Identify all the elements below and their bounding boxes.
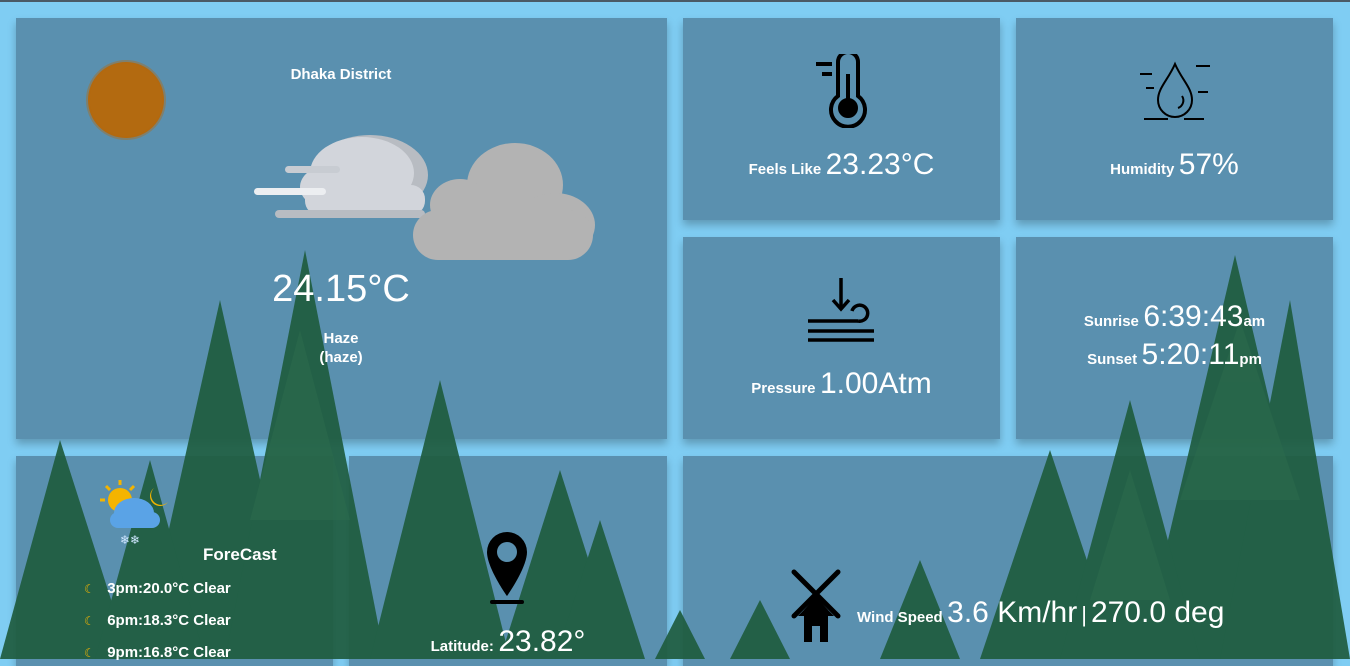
forecast-item-text: 3pm:20.0°C Clear [107,580,231,597]
humidity-row: Humidity 57% [1016,148,1333,182]
sunrise-time: 6:39:43 [1143,300,1244,333]
wind-label: Wind Speed [857,609,943,626]
forecast-title: ForeCast [203,545,277,564]
humidity-value: 57% [1178,148,1239,181]
map-pin-icon [484,530,530,606]
forecast-item: ☾ 9pm:16.8°C Clear [84,644,231,662]
wind-card [683,456,1333,666]
wind-direction: 270.0 deg [1090,596,1225,629]
forecast-item: ☾ 6pm:18.3°C Clear [84,612,231,630]
sunrise-label: Sunrise [1083,313,1139,330]
pressure-label: Pressure [751,380,816,397]
forecast-item: ☾ 3pm:20.0°C Clear [84,580,231,598]
moon-icon: ☾ [84,582,95,596]
moon-icon: ☾ [84,614,95,628]
feels-like-label: Feels Like [748,161,822,178]
forecast-card [16,456,333,666]
wind-row: Wind Speed 3.6 Km/hr | 270.0 deg [857,596,1224,630]
humidity-label: Humidity [1110,161,1175,178]
latitude-label: Latitude: [430,638,494,655]
forecast-item-text: 9pm:16.8°C Clear [107,644,231,661]
feels-like-value: 23.23°C [825,148,935,181]
latitude-row: Latitude: 23.82° [349,625,667,659]
cloud-icon [250,125,600,265]
pressure-value: 1.00Atm [819,367,932,400]
latitude-value: 23.82° [498,625,586,658]
sun-icon [84,58,168,142]
moon-icon: ☾ [84,646,95,660]
location-name: Dhaka District [290,66,392,83]
weather-forecast-icon: ❄❄ [92,478,174,550]
current-temperature: 24.15°C [272,268,410,310]
feels-like-row: Feels Like 23.23°C [683,148,1000,182]
weather-condition-detail: (haze) [319,349,363,366]
windmill-icon [788,566,844,644]
pressure-row: Pressure 1.00Atm [683,367,1000,401]
pressure-icon [806,276,878,346]
top-border [0,0,1350,2]
wind-speed: 3.6 Km/hr [947,596,1078,629]
water-drop-icon [1138,58,1212,124]
wind-separator: | [1081,602,1087,627]
sunrise-row: Sunrise 6:39:43am [1016,300,1333,334]
sunset-row: Sunset 5:20:11pm [1016,338,1333,372]
svg-text:❄❄: ❄❄ [120,533,140,547]
sunset-suffix: pm [1239,351,1262,368]
forecast-item-text: 6pm:18.3°C Clear [107,612,231,629]
thermometer-icon [810,50,876,129]
sunset-label: Sunset [1087,351,1138,368]
sunrise-suffix: am [1243,313,1266,330]
sunset-time: 5:20:11 [1141,338,1240,371]
weather-condition: Haze [323,330,359,347]
